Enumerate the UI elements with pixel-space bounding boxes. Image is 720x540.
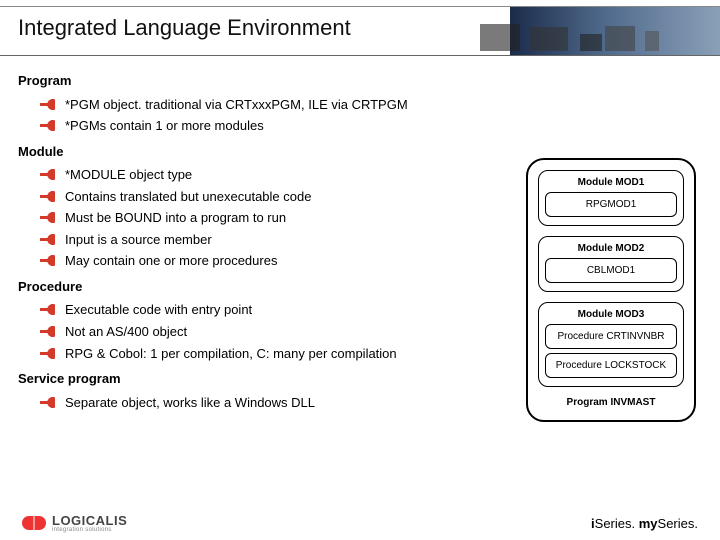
bullet-icon xyxy=(40,347,55,360)
diagram-proc-box: CBLMOD1 xyxy=(545,258,677,283)
diagram-module-title: Module MOD3 xyxy=(545,309,677,320)
bullet-text: *MODULE object type xyxy=(65,166,490,184)
footer: LOGICALIS integration solutions iSeries.… xyxy=(0,512,720,534)
bullet-text: RPG & Cobol: 1 per compilation, C: many … xyxy=(65,345,490,363)
bullet-icon xyxy=(40,119,55,132)
slide: Integrated Language Environment Program … xyxy=(0,0,720,540)
bullet-item: Executable code with entry point xyxy=(40,301,490,319)
section-head-procedure: Procedure xyxy=(18,278,490,296)
tagline-series1: Series. xyxy=(595,516,635,531)
footer-tagline: iSeries. mySeries. xyxy=(591,516,698,531)
cityscape-image xyxy=(510,7,720,55)
bullet-icon xyxy=(40,233,55,246)
content-area: Program *PGM object. traditional via CRT… xyxy=(18,64,490,500)
bullet-item: RPG & Cobol: 1 per compilation, C: many … xyxy=(40,345,490,363)
diagram-proc-box: RPGMOD1 xyxy=(545,192,677,217)
tagline-my: my xyxy=(635,516,657,531)
bullet-item: *PGMs contain 1 or more modules xyxy=(40,117,490,135)
bullet-text: *PGMs contain 1 or more modules xyxy=(65,117,490,135)
diagram-proc-box: Procedure CRTINVNBR xyxy=(545,324,677,349)
diagram-proc-box: Procedure LOCKSTOCK xyxy=(545,353,677,378)
bullet-item: Separate object, works like a Windows DL… xyxy=(40,394,490,412)
bullet-icon xyxy=(40,168,55,181)
bullet-icon xyxy=(40,254,55,267)
diagram-module-box: Module MOD3 Procedure CRTINVNBR Procedur… xyxy=(538,302,684,387)
bullet-text: *PGM object. traditional via CRTxxxPGM, … xyxy=(65,96,490,114)
bullet-text: Separate object, works like a Windows DL… xyxy=(65,394,490,412)
diagram-module-box: Module MOD2 CBLMOD1 xyxy=(538,236,684,292)
bullet-text: Contains translated but unexecutable cod… xyxy=(65,188,490,206)
diagram-program-label: Program INVMAST xyxy=(538,397,684,408)
bullet-item: May contain one or more procedures xyxy=(40,252,490,270)
footer-logo-text: LOGICALIS integration solutions xyxy=(52,514,127,533)
bullet-text: Input is a source member xyxy=(65,231,490,249)
bullet-icon xyxy=(40,325,55,338)
section-head-service: Service program xyxy=(18,370,490,388)
diagram-module-title: Module MOD2 xyxy=(545,243,677,254)
title-band: Integrated Language Environment xyxy=(0,6,720,56)
bullet-text: Must be BOUND into a program to run xyxy=(65,209,490,227)
bullet-item: Input is a source member xyxy=(40,231,490,249)
section-head-program: Program xyxy=(18,72,490,90)
footer-logo-left: LOGICALIS integration solutions xyxy=(22,514,127,533)
footer-logo-main: LOGICALIS xyxy=(52,514,127,527)
diagram-program-box: Module MOD1 RPGMOD1 Module MOD2 CBLMOD1 … xyxy=(526,158,696,422)
tagline-series2: Series. xyxy=(658,516,698,531)
bullet-icon xyxy=(40,396,55,409)
bullet-icon xyxy=(40,303,55,316)
bullet-item: Contains translated but unexecutable cod… xyxy=(40,188,490,206)
logicalis-pill-icon xyxy=(22,516,46,530)
bullet-text: May contain one or more procedures xyxy=(65,252,490,270)
bullet-text: Not an AS/400 object xyxy=(65,323,490,341)
bullet-item: *PGM object. traditional via CRTxxxPGM, … xyxy=(40,96,490,114)
bullet-item: Must be BOUND into a program to run xyxy=(40,209,490,227)
bullet-item: *MODULE object type xyxy=(40,166,490,184)
bullet-icon xyxy=(40,211,55,224)
bullet-icon xyxy=(40,190,55,203)
diagram-module-title: Module MOD1 xyxy=(545,177,677,188)
bullet-icon xyxy=(40,98,55,111)
slide-title: Integrated Language Environment xyxy=(18,15,351,41)
bullet-text: Executable code with entry point xyxy=(65,301,490,319)
diagram-module-box: Module MOD1 RPGMOD1 xyxy=(538,170,684,226)
section-head-module: Module xyxy=(18,143,490,161)
bullet-item: Not an AS/400 object xyxy=(40,323,490,341)
